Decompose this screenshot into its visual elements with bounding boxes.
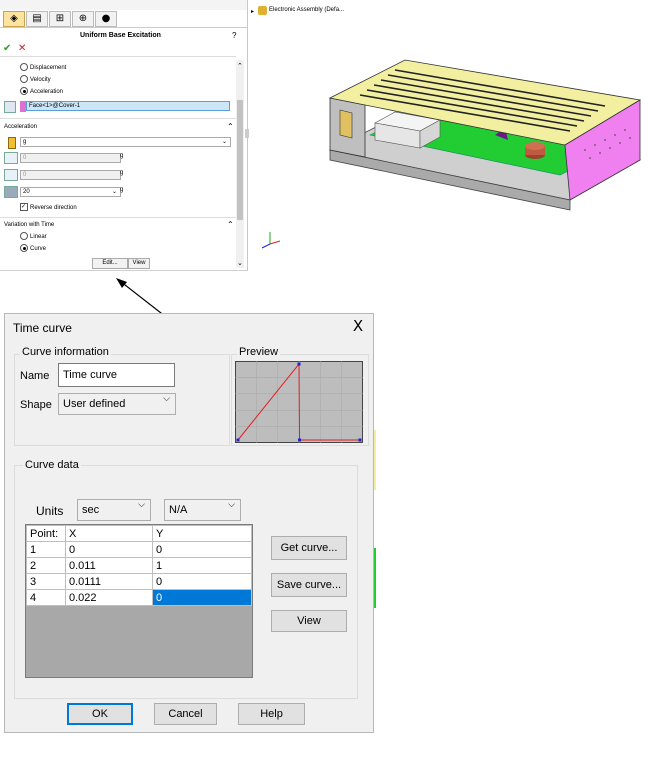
scroll-down-icon[interactable]: ⌄ xyxy=(237,259,243,267)
edit-button[interactable]: Edit... xyxy=(92,258,128,269)
electronic-assembly-model xyxy=(328,59,642,211)
table-row[interactable]: 4 0.022 0 xyxy=(26,589,252,606)
shape-label: Shape xyxy=(20,399,52,411)
save-curve-button[interactable]: Save curve... xyxy=(271,573,347,597)
divider xyxy=(0,217,236,218)
tree-expand-icon[interactable]: ▸ xyxy=(251,8,254,15)
column-header-y: Y xyxy=(152,525,252,542)
collapse-chevron-icon[interactable]: ⌃ xyxy=(227,122,234,131)
y-value-field[interactable]: 0 xyxy=(20,170,121,180)
check-icon[interactable]: ✔ xyxy=(3,43,11,54)
preview-label: Preview xyxy=(237,346,281,358)
radio-velocity[interactable]: Velocity xyxy=(20,75,51,85)
axis-triad-icon xyxy=(261,232,281,249)
divider xyxy=(0,56,236,57)
dialog-title: Time curve xyxy=(13,321,72,335)
x-cell[interactable]: 0.022 xyxy=(65,589,153,606)
point-cell[interactable]: 4 xyxy=(26,589,66,606)
acceleration-header: Acceleration xyxy=(4,124,38,130)
preview-point xyxy=(297,362,301,366)
preview-point xyxy=(236,438,240,442)
unit-select[interactable]: g ⌄ xyxy=(20,137,231,147)
radio-curve[interactable]: Curve xyxy=(20,244,46,254)
y-cell-selected[interactable]: 0 xyxy=(152,589,252,606)
reverse-direction-checkbox[interactable]: ✓ Reverse direction xyxy=(20,203,77,213)
chevron-down-icon: ⌵ xyxy=(138,500,145,510)
column-header-point: Point: xyxy=(26,525,66,542)
shape-select[interactable]: User defined ⌵ xyxy=(58,393,176,415)
help-icon[interactable]: ? xyxy=(232,31,236,40)
pm-title: Uniform Base Excitation xyxy=(80,32,161,39)
z-direction-icon xyxy=(4,186,18,198)
face-selection-field[interactable]: Face<1>@Cover-1 xyxy=(26,101,230,111)
display-manager-tab-icon[interactable]: ● xyxy=(95,11,117,27)
radio-displacement[interactable]: Displacement xyxy=(20,63,66,73)
time-curve-dialog: Time curve X Curve information Name Time… xyxy=(4,313,374,733)
x-direction-icon xyxy=(4,152,18,164)
panel-tabs: ◈ ▤ ⊞ ⊕ ● xyxy=(0,10,247,28)
face-selection-icon xyxy=(4,101,16,113)
panel-splitter[interactable] xyxy=(245,129,249,138)
x-icon[interactable]: ✕ xyxy=(18,43,26,54)
y-cell[interactable]: 1 xyxy=(152,557,252,574)
scrollbar-thumb[interactable] xyxy=(237,100,243,220)
curve-data-label: Curve data xyxy=(23,459,81,471)
point-cell[interactable]: 1 xyxy=(26,541,66,558)
variation-header: Variation with Time xyxy=(4,222,55,228)
unit-icon xyxy=(8,137,16,149)
table-row[interactable]: 2 0.011 1 xyxy=(26,557,252,574)
curve-data-table: Point: X Y 1 0 0 2 0.011 1 3 0.0111 0 4 … xyxy=(26,525,252,606)
chevron-down-icon: ⌵ xyxy=(163,394,170,404)
divider xyxy=(0,118,236,119)
view-button[interactable]: View xyxy=(128,258,150,269)
table-row[interactable]: 1 0 0 xyxy=(26,541,252,558)
z-value-field[interactable]: 20 ⌄ xyxy=(20,187,121,197)
y-cell[interactable]: 0 xyxy=(152,541,252,558)
x-cell[interactable]: 0.011 xyxy=(65,557,153,574)
point-cell[interactable]: 2 xyxy=(26,557,66,574)
checkbox-check-icon: ✓ xyxy=(20,203,28,212)
z-unit-label: g xyxy=(120,187,124,193)
units-y-select[interactable]: N/A ⌵ xyxy=(164,499,241,521)
preview-point xyxy=(298,438,302,442)
close-icon[interactable]: X xyxy=(349,317,367,335)
units-x-select[interactable]: sec ⌵ xyxy=(77,499,151,521)
feature-manager-tab-icon[interactable]: ◈ xyxy=(3,11,25,27)
help-button[interactable]: Help xyxy=(238,703,305,725)
radio-linear[interactable]: Linear xyxy=(20,232,47,242)
point-cell[interactable]: 3 xyxy=(26,573,66,590)
cancel-button[interactable]: Cancel xyxy=(154,703,217,725)
name-input[interactable]: Time curve xyxy=(58,363,175,387)
preview-point xyxy=(358,438,362,442)
property-manager-panel: ◈ ▤ ⊞ ⊕ ● Uniform Base Excitation ? ✔ ✕ … xyxy=(0,0,248,271)
collapse-chevron-icon[interactable]: ⌃ xyxy=(227,220,234,229)
x-cell[interactable]: 0 xyxy=(65,541,153,558)
y-unit-label: g xyxy=(120,170,124,176)
scroll-up-icon[interactable]: ⌃ xyxy=(237,62,243,70)
property-manager-tab-icon[interactable]: ▤ xyxy=(26,11,48,27)
x-cell[interactable]: 0.0111 xyxy=(65,573,153,590)
chevron-down-icon: ⌵ xyxy=(228,500,235,510)
table-row[interactable]: 3 0.0111 0 xyxy=(26,573,252,590)
y-cell[interactable]: 0 xyxy=(152,573,252,590)
name-label: Name xyxy=(20,370,50,382)
curve-information-label: Curve information xyxy=(20,346,111,358)
get-curve-button[interactable]: Get curve... xyxy=(271,536,347,560)
curve-preview-plot xyxy=(235,361,363,443)
radio-acceleration[interactable]: Acceleration xyxy=(20,87,63,97)
column-header-x: X xyxy=(65,525,153,542)
config-manager-tab-icon[interactable]: ⊞ xyxy=(49,11,71,27)
view-button[interactable]: View xyxy=(271,610,347,632)
table-header-row: Point: X Y xyxy=(26,525,252,542)
x-unit-label: g xyxy=(120,153,124,159)
ok-button[interactable]: OK xyxy=(67,703,133,725)
tree-item-assembly[interactable]: Electronic Assembly (Defa... xyxy=(269,7,344,13)
dim-expert-tab-icon[interactable]: ⊕ xyxy=(72,11,94,27)
x-value-field[interactable]: 0 xyxy=(20,153,121,163)
assembly-icon xyxy=(258,6,267,15)
y-direction-icon xyxy=(4,169,18,181)
units-label: Units xyxy=(36,504,64,518)
